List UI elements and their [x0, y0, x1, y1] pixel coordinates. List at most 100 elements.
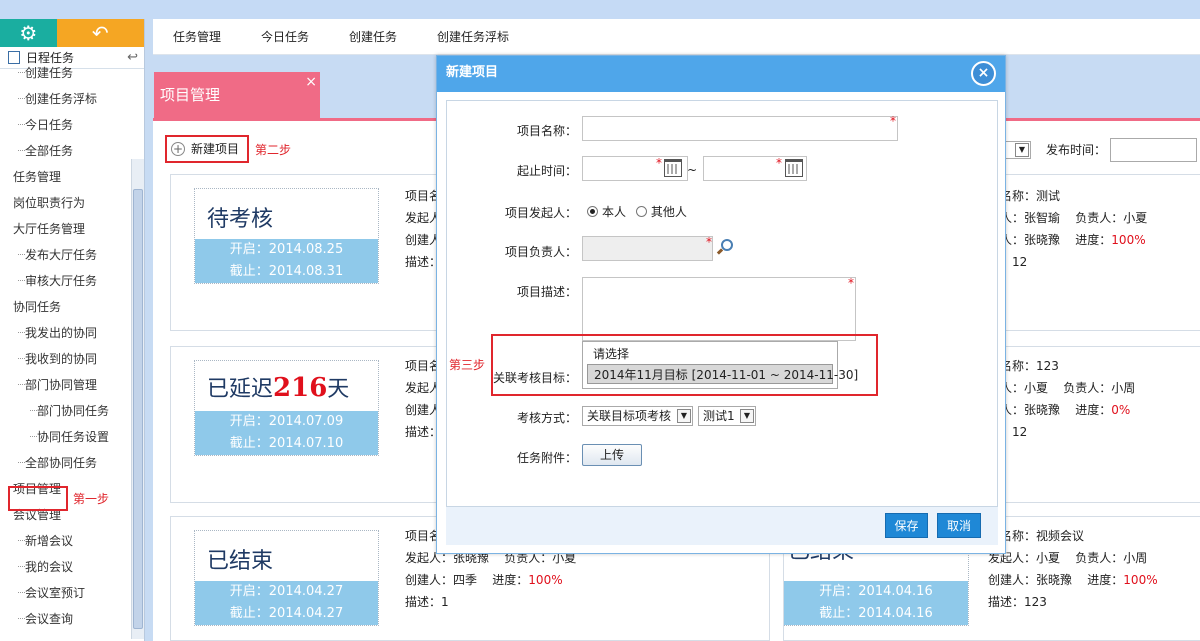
sidebar-item[interactable]: 会议室预订 [0, 580, 144, 606]
attachment-label: 任务附件： [516, 451, 577, 465]
dialog-footer: 保存 取消 [446, 507, 998, 545]
publish-time-input[interactable] [1110, 138, 1197, 162]
sidebar-item[interactable]: 创建任务浮标 [0, 86, 144, 112]
sidebar-item-label: 部门协同任务 [37, 404, 110, 418]
top-strip [0, 0, 1200, 19]
cancel-button[interactable]: 取消 [937, 513, 981, 538]
upload-button[interactable]: 上传 [582, 444, 642, 466]
step3-highlight [491, 334, 878, 396]
sidebar-item[interactable]: 我的会议 [0, 554, 144, 580]
nav-create-task-float[interactable]: 创建任务浮标 [437, 28, 509, 45]
status-text: 待考核 [207, 207, 274, 232]
sidebar-item[interactable]: 今日任务 [0, 112, 144, 138]
description-textarea[interactable] [582, 277, 856, 341]
required-star: * [776, 156, 782, 170]
sidebar-item[interactable]: 全部任务 [0, 138, 144, 164]
new-project-button[interactable]: + 新建项目 [165, 135, 249, 163]
tree-connector [18, 280, 25, 281]
tree-connector [18, 384, 25, 385]
tree-connector [18, 462, 25, 463]
nav-create-task[interactable]: 创建任务 [349, 28, 397, 45]
tree-connector [18, 358, 25, 359]
sidebar-item-label: 会议室预订 [25, 586, 86, 600]
owner-input[interactable] [582, 236, 713, 261]
gear-icon[interactable]: ⚙ [0, 19, 57, 47]
card-info: 目名称：123 起人：小夏 负责人：小周 建人：张晓豫 进度：0% 述：12 [988, 359, 1136, 439]
nav-today-tasks[interactable]: 今日任务 [261, 28, 309, 45]
sidebar-item[interactable]: 任务管理 [0, 164, 144, 190]
close-icon[interactable]: × [305, 59, 317, 105]
sidebar-item-label: 会议查询 [25, 612, 74, 626]
search-icon[interactable] [721, 239, 733, 251]
sidebar-item[interactable]: 审核大厅任务 [0, 268, 144, 294]
sidebar-item[interactable]: 大厅任务管理 [0, 216, 144, 242]
sidebar-item[interactable]: 新增会议 [0, 528, 144, 554]
plus-icon: + [171, 142, 185, 156]
sidebar: ⚙ ↶ 日程任务 ↩ 创建任务 创建任务浮标 今日任务 全部任务 任务管理 岗位职责行为大… [0, 19, 145, 641]
status-box: 已结束 开启：2014.04.27 截止：2014.04.27 [194, 530, 379, 626]
status-text: 已延迟216天 [207, 373, 350, 403]
tab-project-management[interactable]: 项目管理 × [154, 72, 320, 121]
method-select-2[interactable]: 测试1 ▼ [698, 406, 756, 426]
step2-note: 第二步 [255, 143, 292, 157]
date-band: 开启：2014.04.27 截止：2014.04.27 [195, 581, 378, 625]
sidebar-item[interactable]: 协同任务 [0, 294, 144, 320]
sidebar-item[interactable]: 会议查询 [0, 606, 144, 632]
card-info: 目名称：视频会议 发起人：小夏 负责人：小周 创建人：张晓豫 进度：100% 描… [988, 529, 1158, 609]
radio-self[interactable] [587, 206, 598, 217]
sidebar-item-label: 发布大厅任务 [25, 248, 98, 262]
status-box: 已延迟216天 开启：2014.07.09 截止：2014.07.10 [194, 360, 379, 456]
sidebar-item[interactable]: 全部协同任务 [0, 450, 144, 476]
sidebar-item[interactable]: 我发出的协同 [0, 320, 144, 346]
sidebar-item[interactable]: 岗位职责行为 [0, 190, 144, 216]
sidebar-item-label: 全部协同任务 [25, 456, 98, 470]
sidebar-item-label: 创建任务 [25, 66, 74, 80]
end-date: 截止：2014.04.27 [229, 606, 344, 621]
sidebar-item[interactable]: 我收到的协同 [0, 346, 144, 372]
tree-connector [18, 72, 25, 73]
chevron-down-icon[interactable]: ▼ [1015, 143, 1029, 157]
project-name-input[interactable] [582, 116, 898, 141]
required-star: * [706, 235, 712, 249]
sidebar-scrollbar[interactable] [131, 159, 144, 639]
sidebar-item-label: 新增会议 [25, 534, 74, 548]
nav-task-management[interactable]: 任务管理 [173, 28, 221, 45]
publish-time-label: 发布时间： [1046, 143, 1107, 157]
sidebar-item[interactable]: 部门协同任务 [0, 398, 144, 424]
step1-note: 第一步 [73, 492, 110, 506]
back-arrow-icon[interactable]: ↶ [56, 19, 144, 47]
sidebar-item[interactable]: 创建任务 [0, 60, 144, 86]
sidebar-item-label: 今日任务 [25, 118, 74, 132]
tree-connector [18, 332, 25, 333]
close-icon[interactable]: × [971, 61, 996, 86]
period-label: 起止时间： [516, 164, 577, 178]
start-date: 开启：2014.04.16 [819, 584, 933, 599]
tree-connector [18, 124, 25, 125]
initiator-label: 项目发起人： [504, 206, 577, 220]
save-button[interactable]: 保存 [885, 513, 928, 538]
period-separator: ~ [686, 163, 697, 177]
sidebar-item-label: 我的会议 [25, 560, 74, 574]
sidebar-item-label: 任务管理 [13, 170, 62, 184]
date-band: 开启：2014.07.09 截止：2014.07.10 [195, 411, 378, 455]
status-text: 已结束 [207, 549, 274, 574]
method-select[interactable]: 关联目标项考核 ▼ [582, 406, 693, 426]
new-project-dialog: 新建项目 × 项目名称： * 起止时间： * ~ * 项目发起人： 本人 其他人… [436, 55, 1006, 554]
tree-connector [30, 410, 37, 411]
scrollbar-thumb[interactable] [133, 189, 143, 629]
tree-connector [18, 98, 25, 99]
sidebar-item-label: 大厅任务管理 [13, 222, 86, 236]
sidebar-item[interactable]: 发布大厅任务 [0, 242, 144, 268]
radio-other[interactable] [635, 206, 647, 217]
top-nav: 任务管理 今日任务 创建任务 创建任务浮标 [153, 19, 1200, 55]
sidebar-item-label: 岗位职责行为 [13, 196, 86, 210]
sidebar-item-label: 我收到的协同 [25, 352, 98, 366]
calendar-icon[interactable] [785, 159, 803, 177]
tree-connector [18, 254, 25, 255]
chevron-down-icon[interactable]: ▼ [740, 409, 754, 423]
sidebar-item[interactable]: 部门协同管理 [0, 372, 144, 398]
sidebar-item[interactable]: 协同任务设置 [0, 424, 144, 450]
method-label: 考核方式： [516, 411, 577, 425]
date-band: 开启：2014.04.16 截止：2014.04.16 [784, 581, 968, 625]
chevron-down-icon[interactable]: ▼ [677, 409, 691, 423]
